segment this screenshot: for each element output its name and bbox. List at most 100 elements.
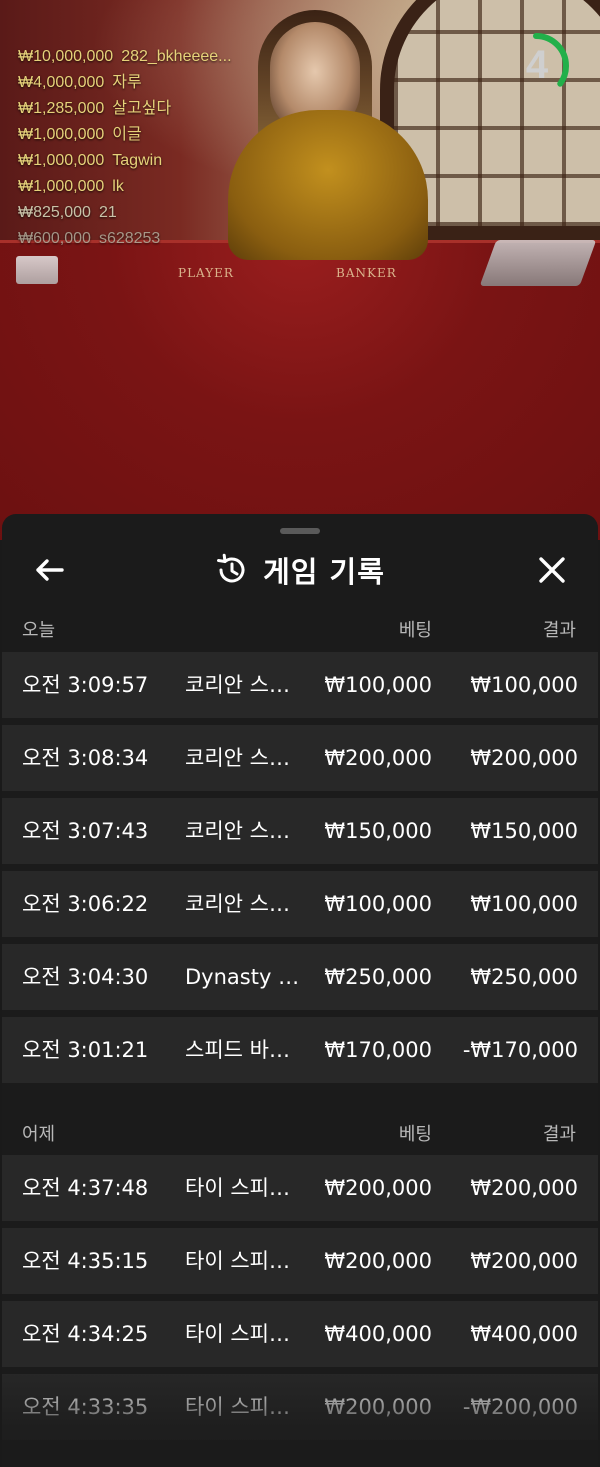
winner-amount: ₩1,285,000 xyxy=(18,100,105,117)
row-bet: ₩400,000 xyxy=(324,1322,432,1346)
row-bet: ₩170,000 xyxy=(324,1038,432,1062)
row-bet: ₩200,000 xyxy=(324,1176,432,1200)
winner-row: ₩1,285,000 살고싶다 xyxy=(18,96,232,122)
row-game: 타이 스피드 바카라 xyxy=(185,1395,303,1419)
winner-row: ₩10,000,000 282_bkheeee... xyxy=(18,44,232,70)
row-bet: ₩250,000 xyxy=(324,965,432,989)
section-header-yesterday: 어제 베팅 결과 xyxy=(2,1120,598,1150)
row-time: 오전 3:04:30 xyxy=(22,965,149,989)
row-result: ₩150,000 xyxy=(470,819,578,843)
row-game: 코리안 스피드 바카라 xyxy=(185,673,303,697)
section-label: 어제 xyxy=(22,1124,56,1145)
row-bet: ₩200,000 xyxy=(324,1395,432,1419)
row-game: 코리안 스피드 바카라 xyxy=(185,819,303,843)
history-row[interactable]: 오전 4:35:15 타이 스피드 바카라 ₩200,000 ₩200,000 xyxy=(2,1228,598,1294)
row-game: 타이 스피드 바카라 xyxy=(185,1176,303,1200)
row-result: ₩100,000 xyxy=(470,673,578,697)
winner-name: 이글 xyxy=(112,126,142,143)
winner-name: s628253 xyxy=(98,230,161,247)
history-row[interactable]: 오전 3:04:30 Dynasty Speed Baccarat ₩250,0… xyxy=(2,944,598,1010)
history-row[interactable]: 오전 3:09:57 코리안 스피드 바카라 ₩100,000 ₩100,000 xyxy=(2,652,598,718)
winner-name: Tagwin xyxy=(112,152,163,169)
row-game: 코리안 스피드 바카라 xyxy=(185,746,303,770)
winner-amount: ₩600,000 xyxy=(18,230,91,247)
player-area-label: PLAYER xyxy=(178,266,234,280)
winner-row: ₩4,000,000 자루 xyxy=(18,70,232,96)
card-stack xyxy=(16,256,58,284)
row-time: 오전 4:35:15 xyxy=(22,1249,149,1273)
winners-list: ₩10,000,000 282_bkheeee... ₩4,000,000 자루 ₩… xyxy=(18,44,232,252)
back-button[interactable] xyxy=(32,552,68,588)
row-time: 오전 4:33:35 xyxy=(22,1395,149,1419)
row-time: 오전 3:07:43 xyxy=(22,819,149,843)
row-time: 오전 3:01:21 xyxy=(22,1038,149,1062)
row-time: 오전 3:08:34 xyxy=(22,746,149,770)
sheet-title: 게임 기록 xyxy=(263,555,385,589)
row-game: Dynasty Speed Baccarat xyxy=(185,965,303,989)
history-row[interactable]: 오전 4:33:35 타이 스피드 바카라 ₩200,000 -₩200,000 xyxy=(2,1374,598,1440)
drag-handle[interactable] xyxy=(280,528,320,534)
row-bet: ₩150,000 xyxy=(324,819,432,843)
winner-row: ₩825,000 21 xyxy=(18,200,232,226)
card-shoe xyxy=(479,240,597,286)
winner-amount: ₩825,000 xyxy=(18,204,91,221)
winner-name: 282_bkheeee... xyxy=(121,48,232,65)
row-time: 오전 3:09:57 xyxy=(22,673,149,697)
row-time: 오전 3:06:22 xyxy=(22,892,149,916)
row-result: ₩250,000 xyxy=(470,965,578,989)
section-label: 오늘 xyxy=(22,620,56,641)
row-result: -₩200,000 xyxy=(462,1395,578,1419)
winner-name: 21 xyxy=(98,204,117,221)
row-time: 오전 4:34:25 xyxy=(22,1322,149,1346)
row-result: ₩200,000 xyxy=(470,1176,578,1200)
history-row[interactable]: 오전 3:06:22 코리안 스피드 바카라 ₩100,000 ₩100,000 xyxy=(2,871,598,937)
dealer-body xyxy=(228,110,428,260)
history-icon xyxy=(217,553,245,583)
winner-name: 자루 xyxy=(112,74,142,91)
history-row[interactable]: 오전 3:01:21 스피드 바카라 ₩170,000 -₩170,000 xyxy=(2,1017,598,1083)
close-button[interactable] xyxy=(534,552,570,588)
winner-amount: ₩10,000,000 xyxy=(18,48,114,65)
result-column-header: 결과 xyxy=(542,620,576,641)
live-video: PLAYER BANKER ₩10,000,000 282_bkheeee... … xyxy=(0,0,600,540)
row-time: 오전 4:37:48 xyxy=(22,1176,149,1200)
bet-column-header: 베팅 xyxy=(398,620,432,641)
winner-row: ₩1,000,000 이글 xyxy=(18,122,232,148)
row-bet: ₩100,000 xyxy=(324,673,432,697)
winner-amount: ₩1,000,000 xyxy=(18,178,105,195)
section-header-today: 오늘 베팅 결과 xyxy=(2,616,598,646)
winner-amount: ₩1,000,000 xyxy=(18,152,105,169)
winner-row: ₩1,000,000 lk xyxy=(18,174,232,200)
sheet-header: 게임 기록 xyxy=(2,544,598,596)
row-result: ₩200,000 xyxy=(470,1249,578,1273)
row-bet: ₩100,000 xyxy=(324,892,432,916)
banker-area-label: BANKER xyxy=(336,266,397,280)
row-result: ₩400,000 xyxy=(470,1322,578,1346)
bet-timer: 4 xyxy=(503,28,576,99)
history-row[interactable]: 오전 4:34:25 타이 스피드 바카라 ₩400,000 ₩400,000 xyxy=(2,1301,598,1367)
row-result: ₩100,000 xyxy=(470,892,578,916)
arrow-left-icon xyxy=(36,559,64,581)
result-column-header: 결과 xyxy=(542,1124,576,1145)
winner-name: 살고싶다 xyxy=(112,100,172,117)
winner-row: ₩1,000,000 Tagwin xyxy=(18,148,232,174)
row-result: ₩200,000 xyxy=(470,746,578,770)
bet-column-header: 베팅 xyxy=(398,1124,432,1145)
game-history-sheet: 게임 기록 오늘 베팅 결과 오전 3:09:57 코리안 스피드 바카라 ₩1… xyxy=(2,514,598,1467)
row-game: 타이 스피드 바카라 xyxy=(185,1322,303,1346)
close-icon xyxy=(539,557,565,583)
row-game: 타이 스피드 바카라 xyxy=(185,1249,303,1273)
history-row[interactable]: 오전 3:08:34 코리안 스피드 바카라 ₩200,000 ₩200,000 xyxy=(2,725,598,791)
row-game: 코리안 스피드 바카라 xyxy=(185,892,303,916)
winner-amount: ₩4,000,000 xyxy=(18,74,105,91)
winner-amount: ₩1,000,000 xyxy=(18,126,105,143)
row-bet: ₩200,000 xyxy=(324,1249,432,1273)
timer-count: 4 xyxy=(525,43,549,87)
history-row[interactable]: 오전 4:37:48 타이 스피드 바카라 ₩200,000 ₩200,000 xyxy=(2,1155,598,1221)
row-result: -₩170,000 xyxy=(462,1038,578,1062)
title-wrap: 게임 기록 xyxy=(2,544,598,596)
winner-name: lk xyxy=(112,178,124,195)
winner-row: ₩600,000 s628253 xyxy=(18,226,232,252)
history-row[interactable]: 오전 3:07:43 코리안 스피드 바카라 ₩150,000 ₩150,000 xyxy=(2,798,598,864)
row-game: 스피드 바카라 xyxy=(185,1038,303,1062)
